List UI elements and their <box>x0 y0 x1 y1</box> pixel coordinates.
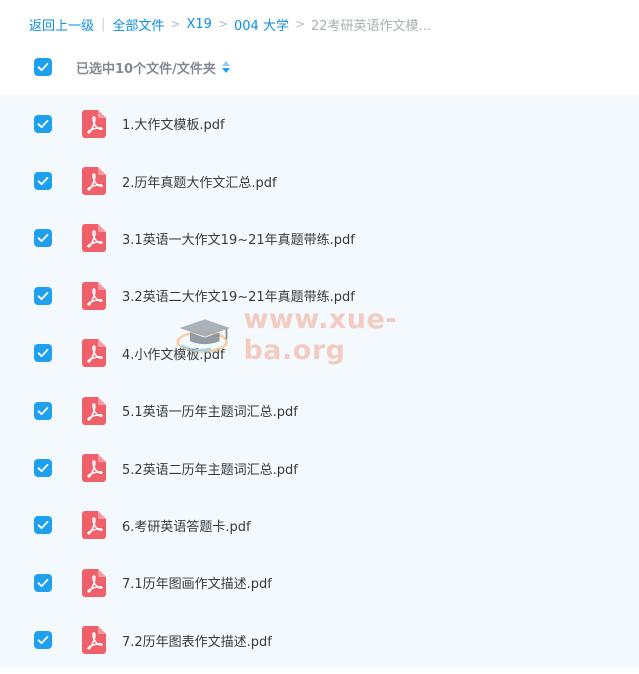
pdf-file-icon <box>82 224 106 253</box>
selection-header: 已选中10个文件/文件夹 <box>0 54 639 80</box>
checkmark-icon <box>37 176 49 186</box>
checkmark-icon <box>37 578 49 587</box>
chevron-right-icon: > <box>294 17 306 31</box>
file-checkbox[interactable] <box>34 631 52 650</box>
file-checkbox[interactable] <box>34 172 52 191</box>
pdf-file-icon <box>82 511 106 540</box>
file-row[interactable]: 1.大作文模板.pdf <box>0 95 639 152</box>
checkmark-icon <box>37 291 49 300</box>
pdf-file-icon <box>82 167 106 196</box>
file-checkbox[interactable] <box>34 286 52 305</box>
checkmark-icon <box>37 234 49 243</box>
chevron-right-icon: > <box>217 17 228 31</box>
pdf-file-icon <box>82 626 106 655</box>
chevron-right-icon: > <box>170 17 181 31</box>
checkmark-icon <box>37 406 49 415</box>
file-row[interactable]: 3.1英语一大作文19~21年真题带练.pdf <box>0 210 639 267</box>
file-row[interactable]: 6.考研英语答题卡.pdf <box>0 497 639 554</box>
file-row[interactable]: 2.历年真题大作文汇总.pdf <box>0 152 639 209</box>
pdf-file-icon <box>82 281 106 310</box>
file-checkbox[interactable] <box>34 573 52 592</box>
breadcrumb: 返回上一级 | 全部文件 > X19 > 004 大学 > 22考研英语作文模.… <box>29 14 431 34</box>
file-row[interactable]: 3.2英语二大作文19~21年真题带练.pdf <box>0 267 639 324</box>
file-checkbox[interactable] <box>34 344 52 363</box>
pdf-file-icon <box>82 339 106 368</box>
file-name[interactable]: 5.1英语一历年主题词汇总.pdf <box>122 401 298 420</box>
pdf-file-icon <box>82 396 106 425</box>
pdf-file-icon <box>82 454 106 483</box>
checkmark-icon <box>37 119 49 128</box>
breadcrumb-item-all-files[interactable]: 全部文件 <box>112 15 164 34</box>
file-checkbox[interactable] <box>34 401 52 420</box>
file-name[interactable]: 2.历年真题大作文汇总.pdf <box>122 172 277 191</box>
file-row[interactable]: 7.1历年图画作文描述.pdf <box>0 554 639 611</box>
checkmark-icon <box>37 521 49 530</box>
checkmark-icon <box>37 463 49 473</box>
file-name[interactable]: 7.2历年图表作文描述.pdf <box>122 631 272 650</box>
checkmark-icon <box>37 636 49 645</box>
checkmark-icon <box>37 62 49 72</box>
file-row[interactable]: 4.小作文模板.pdf <box>0 325 639 382</box>
breadcrumb-item-university[interactable]: 004 大学 <box>234 15 289 34</box>
sort-icon[interactable] <box>221 61 230 73</box>
file-name[interactable]: 3.2英语二大作文19~21年真题带练.pdf <box>122 286 355 305</box>
file-list: 1.大作文模板.pdf 2.历年真题大作文汇总.pdf 3.1英语一大作文19~21… <box>0 95 639 669</box>
checkmark-icon <box>37 349 49 358</box>
file-name[interactable]: 6.考研英语答题卡.pdf <box>122 516 251 535</box>
breadcrumb-item-x19[interactable]: X19 <box>186 17 211 32</box>
back-link[interactable]: 返回上一级 <box>29 15 94 34</box>
file-name[interactable]: 7.1历年图画作文描述.pdf <box>122 573 272 592</box>
file-name[interactable]: 3.1英语一大作文19~21年真题带练.pdf <box>122 229 355 248</box>
selection-count-label: 已选中10个文件/文件夹 <box>76 61 216 77</box>
file-row[interactable]: 5.2英语二历年主题词汇总.pdf <box>0 439 639 496</box>
file-name[interactable]: 1.大作文模板.pdf <box>122 114 225 133</box>
file-checkbox[interactable] <box>34 229 52 248</box>
file-checkbox[interactable] <box>34 459 52 478</box>
file-name[interactable]: 4.小作文模板.pdf <box>122 344 225 363</box>
file-checkbox[interactable] <box>34 114 52 133</box>
file-name[interactable]: 5.2英语二历年主题词汇总.pdf <box>122 459 298 478</box>
select-all-checkbox[interactable] <box>34 58 52 76</box>
file-row[interactable]: 7.2历年图表作文描述.pdf <box>0 612 639 669</box>
file-row[interactable]: 5.1英语一历年主题词汇总.pdf <box>0 382 639 439</box>
breadcrumb-current: 22考研英语作文模... <box>311 18 431 34</box>
file-checkbox[interactable] <box>34 516 52 535</box>
pdf-file-icon <box>82 109 106 138</box>
breadcrumb-divider: | <box>101 16 106 32</box>
pdf-file-icon <box>82 568 106 597</box>
